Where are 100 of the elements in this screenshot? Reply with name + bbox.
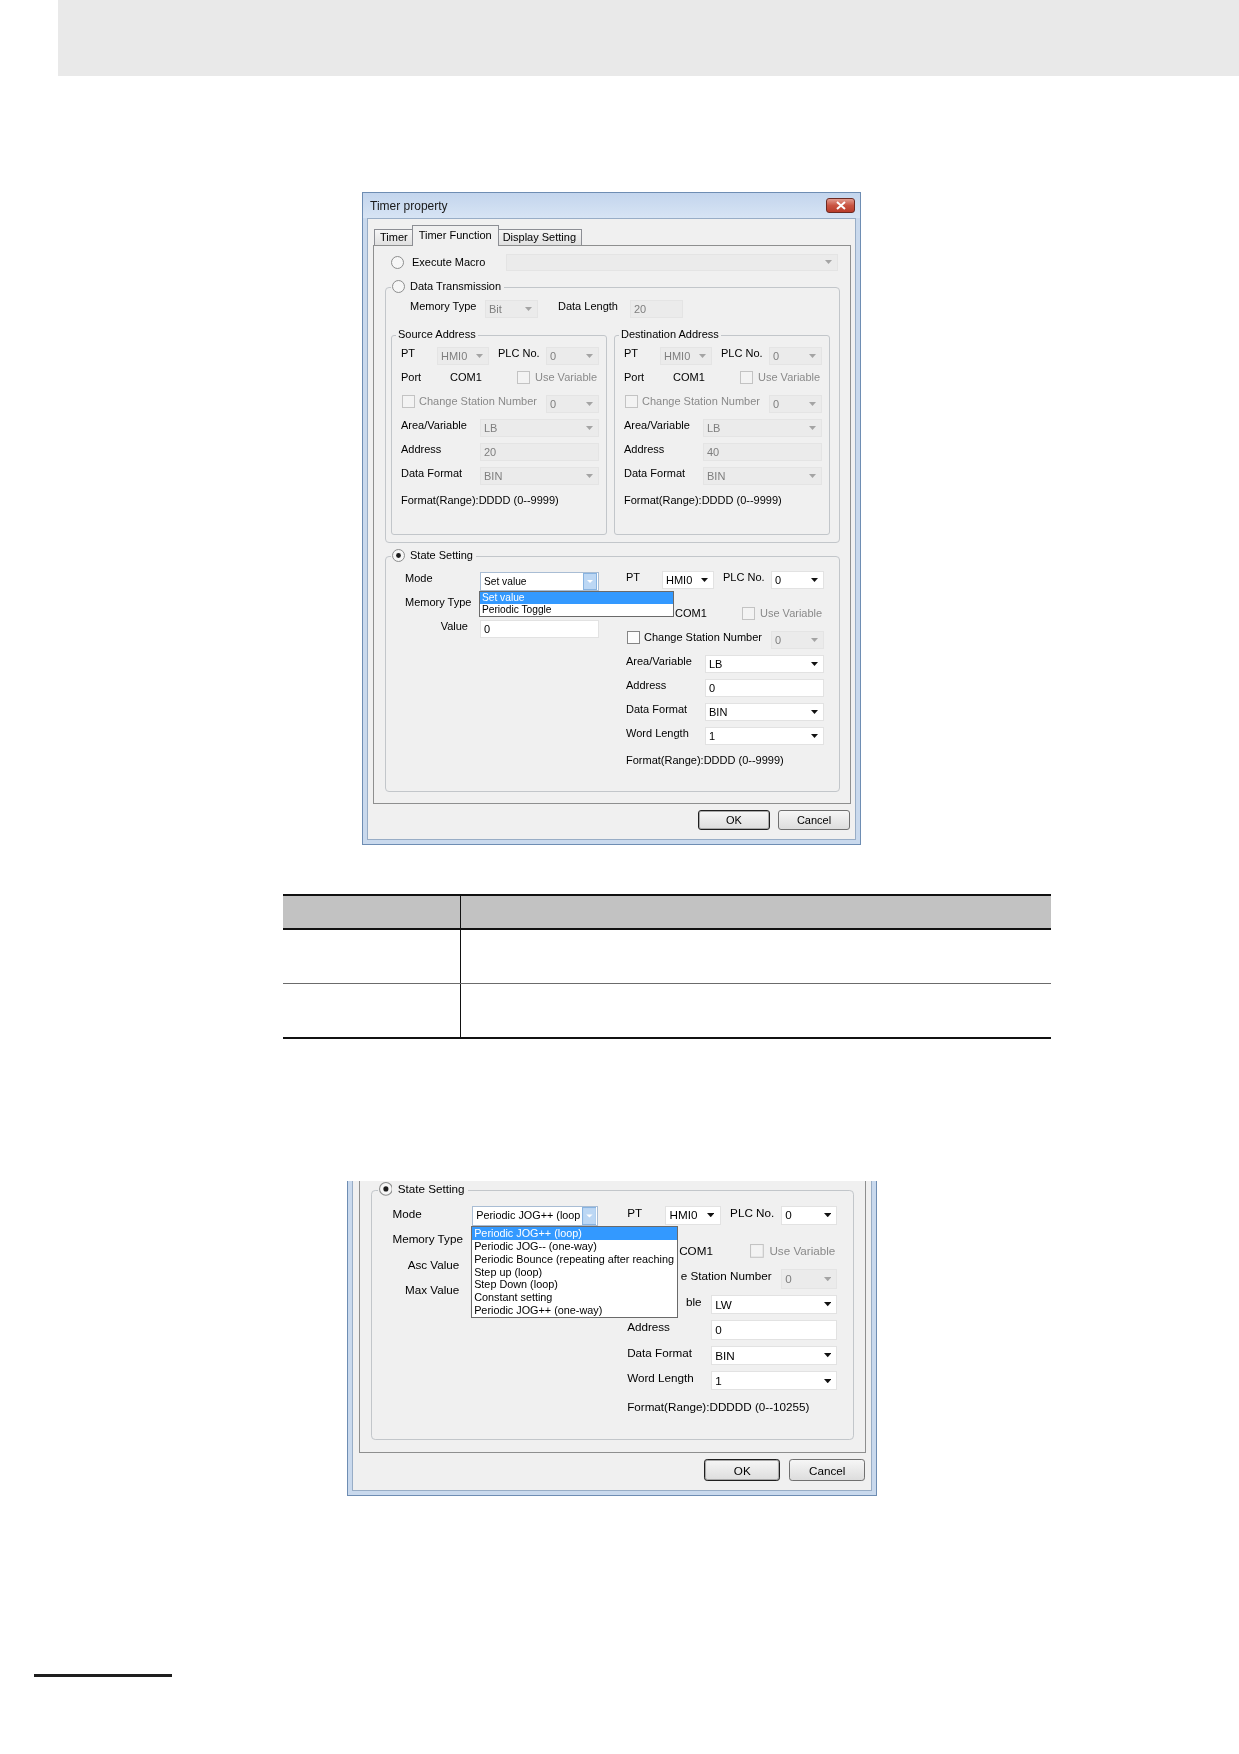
- list-option[interactable]: Periodic Toggle: [480, 603, 673, 616]
- pt-dropdown[interactable]: HMI0: [662, 571, 714, 589]
- dropdown-arrow-icon: [699, 354, 706, 358]
- dropdown-arrow-icon: [809, 354, 816, 358]
- field-label: PLC No.: [721, 347, 763, 360]
- list-option[interactable]: Step Down (loop): [472, 1278, 678, 1292]
- dropdown-arrow-icon: [823, 1302, 832, 1307]
- data-format-dropdown[interactable]: BIN: [711, 1345, 838, 1365]
- field-label: Max Value: [405, 1283, 460, 1298]
- input-field[interactable]: 0: [480, 620, 599, 638]
- radio-label: State Setting: [410, 549, 473, 562]
- dropdown-arrow-icon: [811, 638, 818, 642]
- field-label: Address: [626, 679, 667, 692]
- dropdown-arrow-icon: [825, 260, 832, 264]
- field-label: Mode: [392, 1206, 422, 1221]
- cancel-button[interactable]: Cancel: [778, 810, 850, 830]
- dropdown-arrow-icon: [823, 1378, 832, 1384]
- group-title: Destination Address: [619, 328, 721, 341]
- checkbox-label: e Station Number: [680, 1269, 772, 1284]
- field-label: Word Length: [627, 1371, 694, 1386]
- dropdown-arrow-icon: [706, 1213, 715, 1218]
- field-label: Data Format: [627, 1345, 692, 1360]
- dropdown-arrow-icon: [586, 474, 593, 478]
- format-range-text: Format(Range):DDDDD (0--10255): [627, 1400, 810, 1413]
- dropdown-arrow-icon: [823, 1353, 832, 1358]
- field-label: Data Length: [558, 300, 618, 313]
- window-title: Timer property: [370, 198, 448, 213]
- field-label: PT: [401, 347, 416, 360]
- checkbox[interactable]: [627, 631, 640, 644]
- ok-button[interactable]: OK: [698, 810, 770, 830]
- field-label: Word Length: [626, 727, 689, 740]
- field-label: Address: [627, 1320, 670, 1335]
- close-icon: [835, 201, 846, 210]
- dropdown-arrow-icon: [811, 710, 818, 714]
- pt-dropdown[interactable]: HMI0: [665, 1205, 721, 1225]
- dropdown-arrow-icon: [476, 354, 483, 358]
- dropdown-arrow-icon: [809, 426, 816, 430]
- list-option[interactable]: Step up (loop): [472, 1265, 678, 1279]
- field-label: PT: [626, 571, 641, 584]
- plc-dropdown[interactable]: 0: [771, 571, 824, 589]
- field-label: Area/Variable: [626, 655, 692, 668]
- port-value: COM1: [450, 371, 482, 384]
- radio-label: Execute Macro: [412, 255, 486, 269]
- port-value: COM1: [679, 1243, 713, 1258]
- checkbox-label: Use Variable: [769, 1243, 836, 1258]
- plc-dropdown[interactable]: 0: [781, 1205, 838, 1225]
- radio-button[interactable]: [378, 1182, 393, 1197]
- field-label: Asc Value: [407, 1257, 460, 1272]
- list-option[interactable]: Periodic JOG++ (one-way): [472, 1303, 678, 1317]
- address-field[interactable]: 0: [711, 1320, 838, 1340]
- area-dropdown[interactable]: LW: [711, 1294, 838, 1314]
- address-field[interactable]: 0: [705, 679, 824, 697]
- cancel-button[interactable]: Cancel: [788, 1459, 866, 1481]
- dropdown-arrow-icon: [811, 734, 818, 738]
- checkbox-label: Change Station Number: [644, 631, 762, 644]
- list-option[interactable]: Constant setting: [472, 1291, 678, 1304]
- tab[interactable]: Timer: [374, 229, 414, 245]
- tab[interactable]: Display Setting: [496, 229, 583, 245]
- checkbox-label: Use Variable: [760, 607, 823, 620]
- field-label: Value: [440, 620, 468, 633]
- word-length-dropdown[interactable]: 1: [711, 1371, 838, 1391]
- format-range-text: Format(Range):DDDD (0--9999): [626, 754, 784, 766]
- dropdown-arrow-icon: [701, 578, 708, 582]
- mode-dropdown[interactable]: Set value: [480, 571, 599, 591]
- dropdown-arrow-icon: [586, 426, 593, 430]
- list-option[interactable]: Periodic Bounce (repeating after reaching: [472, 1252, 678, 1266]
- port-value: COM1: [675, 607, 707, 620]
- tab[interactable]: Timer Function: [411, 225, 499, 246]
- mode-dropdown[interactable]: Periodic JOG++ (loop: [472, 1206, 599, 1227]
- ok-button[interactable]: OK: [704, 1459, 781, 1481]
- field-label: Memory Type: [405, 596, 472, 609]
- field-label: Port: [401, 371, 422, 384]
- radio-button[interactable]: [392, 549, 405, 562]
- field-label: Data Format: [626, 703, 688, 716]
- format-range-text: Format(Range):DDDD (0--9999): [624, 494, 782, 506]
- field-label: Mode: [405, 572, 433, 585]
- data-format-dropdown[interactable]: BIN: [705, 703, 824, 721]
- format-range-text: Format(Range):DDDD (0--9999): [401, 494, 559, 506]
- dropdown-arrow-icon: [525, 307, 532, 311]
- field-label: PT: [624, 347, 639, 360]
- dropdown-arrow-icon: [811, 578, 818, 582]
- dropdown-arrow-icon: [823, 1276, 832, 1282]
- field-label: Memory Type: [392, 1232, 463, 1247]
- dropdown-arrow-icon: [809, 402, 816, 406]
- checkbox-label: Change Station Number: [642, 395, 760, 408]
- field-label: Address: [624, 443, 665, 456]
- field-label: Data Format: [401, 467, 463, 480]
- radio-label: Data Transmission: [410, 280, 502, 293]
- list-option[interactable]: Periodic JOG-- (one-way): [472, 1240, 678, 1253]
- close-button[interactable]: [826, 198, 855, 213]
- radio-button[interactable]: [392, 280, 405, 293]
- dropdown-arrow-icon: [809, 474, 816, 478]
- area-dropdown[interactable]: LB: [705, 655, 824, 673]
- dropdown-arrow-icon: [586, 402, 593, 406]
- checkbox-label: Change Station Number: [419, 395, 537, 408]
- word-length-dropdown[interactable]: 1: [705, 727, 824, 745]
- field-label: PT: [627, 1205, 643, 1220]
- field-label: Area/Variable: [624, 419, 690, 432]
- field-label: Port: [624, 371, 645, 384]
- radio-label: State Setting: [397, 1182, 465, 1197]
